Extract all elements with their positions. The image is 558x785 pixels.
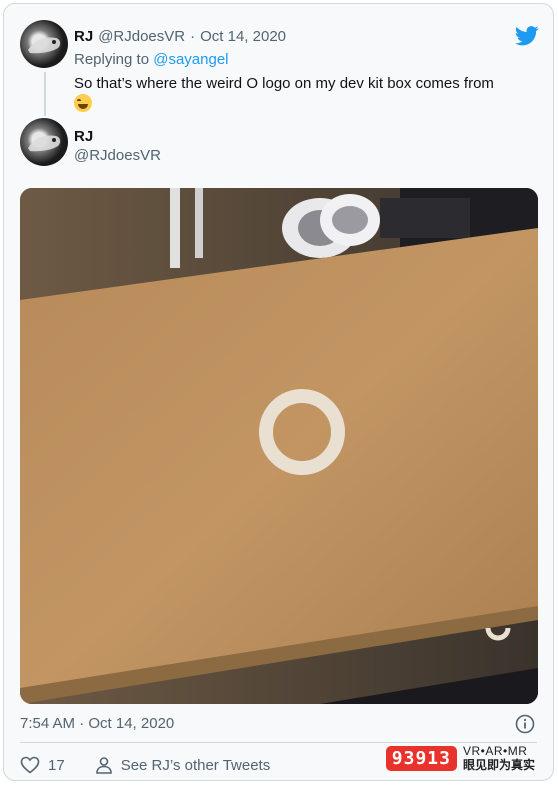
- replying-handle-link[interactable]: @sayangel: [153, 51, 228, 68]
- tweet-text: So that’s where the weird O logo on my d…: [74, 74, 544, 115]
- heart-icon: [20, 756, 40, 774]
- quoted-author-name[interactable]: RJ: [74, 128, 161, 146]
- author-handle[interactable]: @RJdoesVR: [98, 28, 185, 45]
- separator: ·: [190, 28, 196, 45]
- embedded-tweet-card[interactable]: RJ @RJdoesVR · Oct 14, 2020 Replying to …: [3, 3, 554, 781]
- person-icon: [95, 757, 112, 774]
- tweet-timestamp[interactable]: 7:54 AM · Oct 14, 2020: [20, 715, 174, 732]
- quoted-avatar[interactable]: [20, 118, 68, 166]
- face-with-tears-of-joy-icon: [74, 94, 92, 112]
- watermark-tagline: VR•AR•MR: [462, 744, 528, 758]
- quoted-author-handle[interactable]: @RJdoesVR: [74, 146, 161, 166]
- tweet-photo[interactable]: [20, 188, 538, 704]
- quoted-author: RJ @RJdoesVR: [74, 128, 161, 166]
- replying-prefix: Replying to: [74, 51, 150, 68]
- see-other-label: See RJ’s other Tweets: [120, 756, 271, 774]
- see-other-tweets-link[interactable]: See RJ’s other Tweets: [95, 756, 271, 774]
- watermark-slogan: 眼见即为真实: [462, 758, 535, 772]
- thread-line: [44, 72, 46, 116]
- info-icon[interactable]: [515, 714, 535, 734]
- like-count: 17: [48, 756, 65, 774]
- tweet-header: RJ @RJdoesVR · Oct 14, 2020: [74, 28, 286, 45]
- tweet-actions: 17 See RJ’s other Tweets: [20, 756, 300, 774]
- tweet-body: So that’s where the weird O logo on my d…: [74, 75, 494, 92]
- twitter-bird-icon[interactable]: [515, 26, 539, 46]
- divider: [20, 742, 537, 743]
- like-button[interactable]: 17: [20, 756, 65, 774]
- avatar[interactable]: [20, 20, 68, 68]
- site-watermark: 93913 VR•AR•MR 眼见即为真实: [385, 744, 535, 772]
- watermark-logo: 93913: [385, 745, 457, 771]
- tweet-date[interactable]: Oct 14, 2020: [200, 28, 286, 45]
- author-name[interactable]: RJ: [74, 28, 93, 45]
- replying-to: Replying to @sayangel: [74, 51, 229, 68]
